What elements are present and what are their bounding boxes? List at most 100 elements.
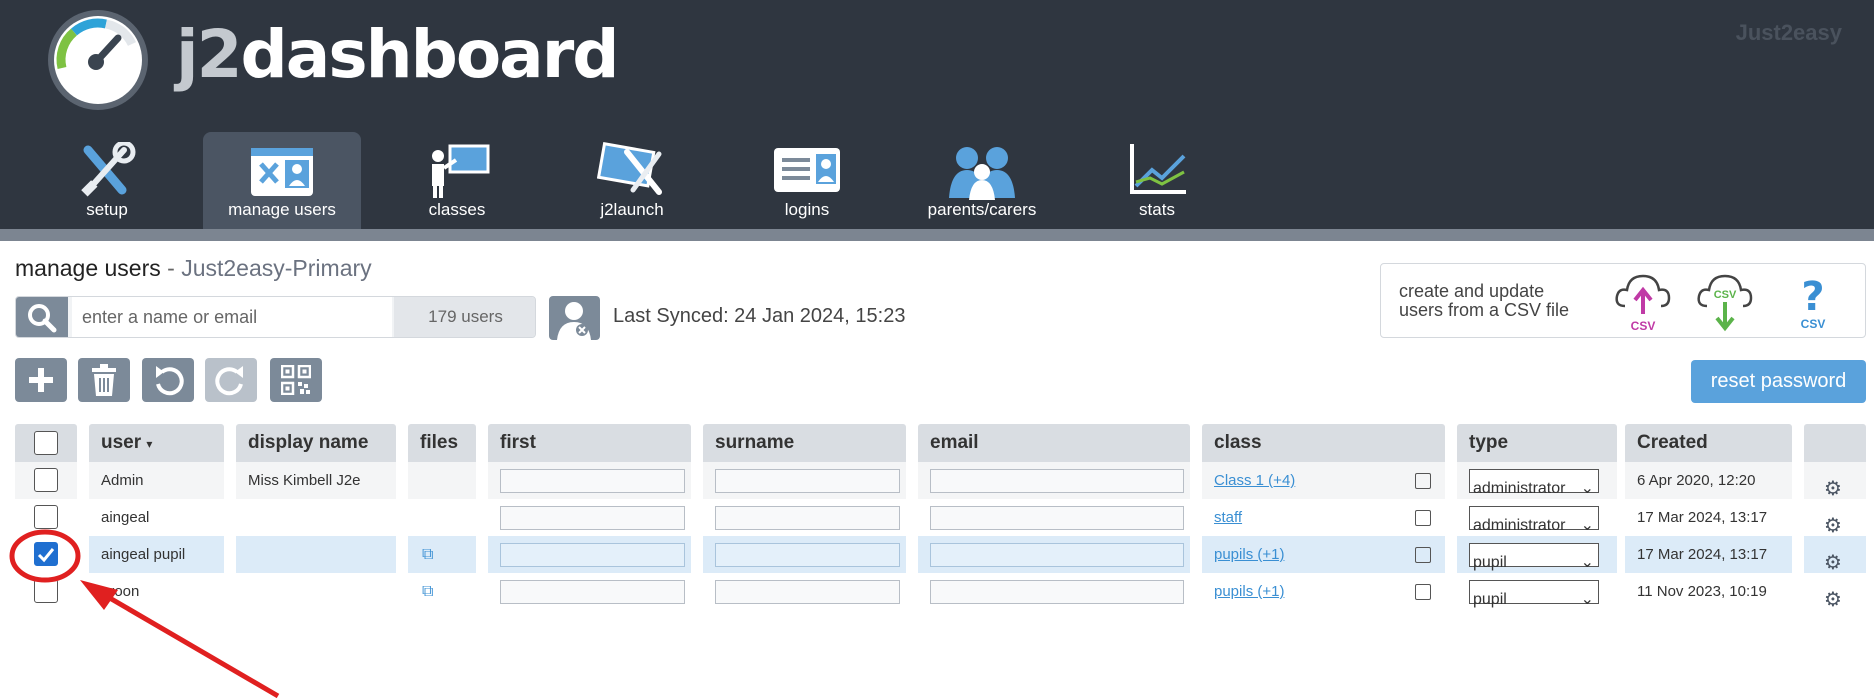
header-bar: j2dashboard Just2easy setup manage users… [0, 0, 1874, 229]
people-icon [949, 147, 1015, 200]
class-link[interactable]: Class 1 (+4) [1214, 472, 1295, 489]
nav-item-parents-carers[interactable]: parents/carers [903, 132, 1061, 229]
sync-user-button[interactable] [549, 296, 600, 340]
class-link[interactable]: pupils (+1) [1214, 583, 1284, 600]
nav-label: manage users [228, 200, 336, 219]
column-header-first[interactable]: first [488, 424, 691, 462]
user-cell: aingeal pupil [89, 536, 224, 573]
search-input[interactable] [72, 297, 392, 337]
row-checkbox[interactable] [34, 468, 58, 492]
column-header-files[interactable]: files [408, 424, 476, 462]
column-header-user[interactable]: user ▾ [89, 424, 224, 462]
first-name-input[interactable] [500, 506, 685, 530]
column-header-class[interactable]: class [1202, 424, 1445, 462]
first-name-input[interactable] [500, 543, 685, 567]
gear-icon[interactable]: ⚙ [1824, 471, 1842, 499]
class-link[interactable]: pupils (+1) [1214, 546, 1284, 563]
class-dropdown-icon[interactable] [1415, 473, 1431, 489]
reset-password-button[interactable]: reset password [1691, 360, 1866, 403]
user-type-select[interactable]: pupil ⌄ [1469, 580, 1599, 608]
search-button[interactable] [16, 297, 68, 337]
email-input[interactable] [930, 469, 1184, 493]
column-header-surname[interactable]: surname [703, 424, 906, 462]
add-user-button[interactable] [15, 358, 67, 402]
sort-arrow-icon: ▾ [146, 437, 153, 451]
first-name-input[interactable] [500, 469, 685, 493]
header-divider [0, 229, 1874, 241]
undo-button[interactable] [142, 358, 194, 402]
email-input[interactable] [930, 506, 1184, 530]
gear-icon[interactable]: ⚙ [1824, 582, 1842, 610]
surname-input[interactable] [715, 469, 900, 493]
launch-icon [597, 142, 662, 195]
files-cell [408, 462, 476, 499]
external-link-icon[interactable]: ⧉ [422, 573, 433, 610]
class-dropdown-icon[interactable] [1415, 584, 1431, 600]
select-all-checkbox[interactable] [34, 431, 58, 455]
cloud-upload-icon: CSV [1615, 274, 1671, 332]
csv-help-label: CSV [1801, 317, 1826, 331]
gear-icon[interactable]: ⚙ [1824, 508, 1842, 536]
email-input[interactable] [930, 543, 1184, 567]
created-cell: 17 Mar 2024, 13:17 [1625, 499, 1792, 536]
csv-download-button[interactable]: CSV [1693, 270, 1757, 332]
external-link-icon[interactable]: ⧉ [422, 536, 433, 573]
surname-input[interactable] [715, 543, 900, 567]
row-checkbox-checked[interactable] [34, 542, 58, 566]
created-cell: 17 Mar 2024, 13:17 [1625, 536, 1792, 573]
search-icon [28, 304, 57, 333]
classroom-icon [432, 144, 490, 198]
nav-item-classes[interactable]: classes [378, 132, 536, 229]
nav-item-setup[interactable]: setup [28, 132, 186, 229]
qr-code-button[interactable] [270, 358, 322, 402]
class-dropdown-icon[interactable] [1415, 510, 1431, 526]
nav-item-manage-users[interactable]: manage users [203, 132, 361, 229]
csv-upload-button[interactable]: CSV [1611, 270, 1675, 332]
select-all-header [15, 424, 77, 462]
column-header-display-name[interactable]: display name [236, 424, 396, 462]
nav-label: parents/carers [927, 200, 1037, 219]
csv-upload-label: CSV [1631, 319, 1656, 332]
first-name-input[interactable] [500, 580, 685, 604]
nav-label: setup [86, 200, 128, 219]
last-synced-text: Last Synced: 24 Jan 2024, 15:23 [613, 305, 906, 327]
csv-description: create and update users from a CSV file [1399, 281, 1570, 320]
row-checkbox[interactable] [34, 579, 58, 603]
surname-input[interactable] [715, 580, 900, 604]
user-type-select[interactable]: pupil ⌄ [1469, 543, 1599, 571]
undo-icon [156, 366, 184, 396]
chevron-down-icon: ⌄ [1580, 517, 1594, 534]
user-type-select[interactable]: administrator ⌄ [1469, 469, 1599, 497]
nav-item-logins[interactable]: logins [728, 132, 886, 229]
csv-help-button[interactable]: ? CSV [1781, 270, 1845, 332]
nav-item-j2launch[interactable]: j2launch [553, 132, 711, 229]
nav-item-stats[interactable]: stats [1078, 132, 1236, 229]
surname-input[interactable] [715, 506, 900, 530]
email-input[interactable] [930, 580, 1184, 604]
user-sync-icon [557, 302, 591, 340]
plus-icon [29, 368, 53, 392]
user-type-select[interactable]: administrator ⌄ [1469, 506, 1599, 534]
help-question-icon: ? CSV [1801, 274, 1826, 331]
row-checkbox[interactable] [34, 505, 58, 529]
column-header-type[interactable]: type [1457, 424, 1617, 462]
redo-button[interactable] [205, 358, 257, 402]
tools-icon [81, 142, 136, 197]
app-root: j2dashboard Just2easy setup manage users… [0, 0, 1874, 700]
search-bar: 179 users [15, 296, 536, 338]
chart-icon [1130, 144, 1186, 194]
user-cell: Admin [89, 462, 224, 499]
gear-icon[interactable]: ⚙ [1824, 545, 1842, 573]
brand-name: Just2easy [1735, 20, 1842, 45]
column-header-created[interactable]: Created [1625, 424, 1792, 462]
page-title: manage users - Just2easy-Primary [15, 255, 372, 281]
column-header-email[interactable]: email [918, 424, 1190, 462]
class-link[interactable]: staff [1214, 509, 1242, 526]
class-dropdown-icon[interactable] [1415, 547, 1431, 563]
delete-user-button[interactable] [78, 358, 130, 402]
chevron-down-icon: ⌄ [1580, 480, 1594, 497]
created-cell: 11 Nov 2023, 10:19 [1625, 573, 1792, 610]
chevron-down-icon: ⌄ [1580, 554, 1594, 571]
checkmark-icon [37, 548, 55, 563]
qr-code-icon [281, 365, 311, 395]
